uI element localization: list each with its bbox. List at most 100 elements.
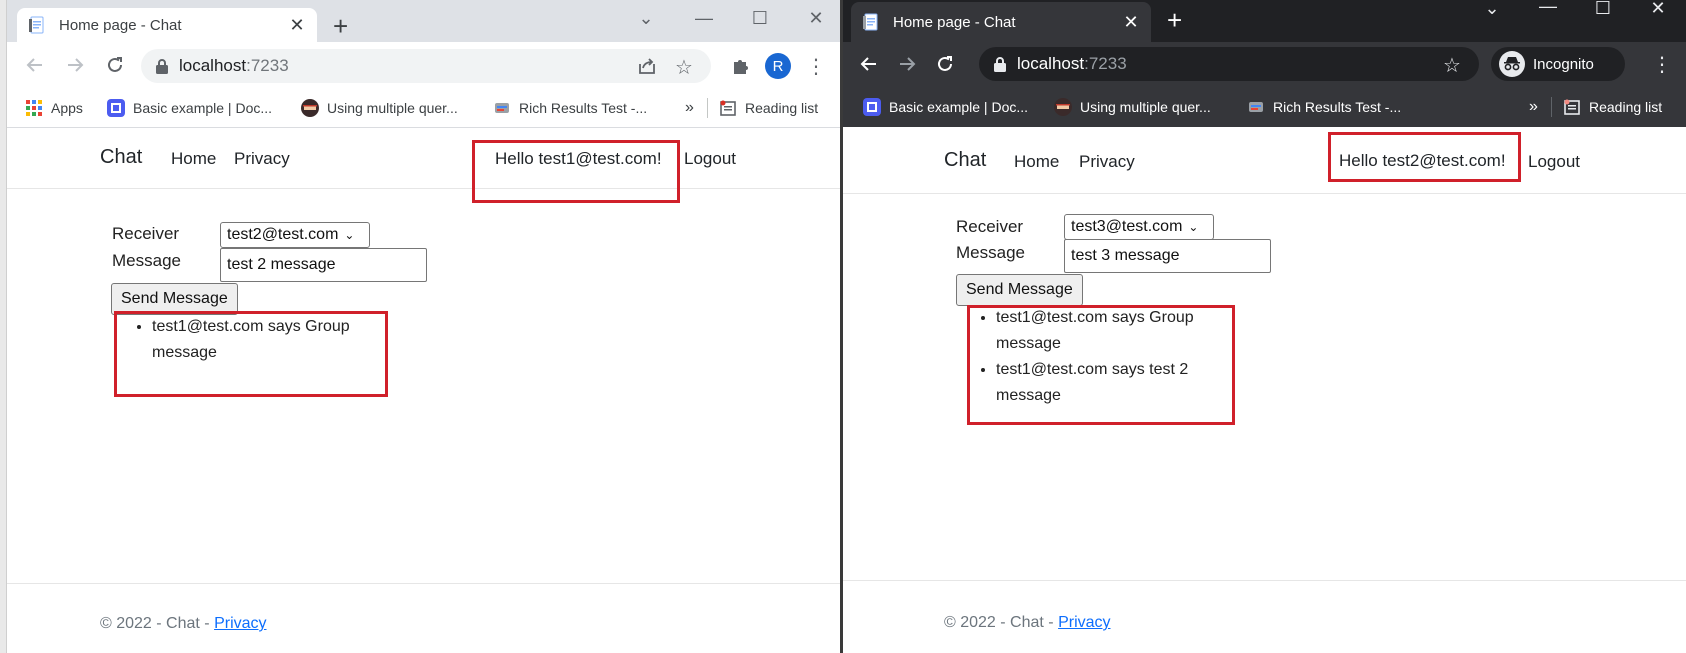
tab-close-icon[interactable]: ✕ (1121, 12, 1141, 33)
nav-privacy[interactable]: Privacy (234, 149, 290, 169)
page-favicon-icon (27, 15, 47, 35)
reading-list[interactable]: Reading list (1563, 95, 1662, 119)
new-tab-plus-icon[interactable]: + (1167, 7, 1182, 33)
address-bar[interactable]: localhost:7233 ☆ (979, 47, 1479, 81)
message-label: Message (112, 251, 181, 270)
footer-text: © 2022 - Chat - Privacy (944, 614, 1111, 632)
send-message-button[interactable]: Send Message (956, 274, 1083, 306)
minimize-icon[interactable]: — (1525, 0, 1571, 20)
bookmark-apps[interactable]: Apps (25, 96, 83, 120)
title-bar: Home page - Chat ✕ + ⌄ — ☐ ✕ (843, 0, 1686, 42)
bookmark-basic-example[interactable]: Basic example | Doc... (107, 96, 272, 120)
bookmark-using-multiple[interactable]: Using multiple quer... (301, 96, 458, 120)
reload-icon[interactable] (931, 50, 959, 78)
message-input-value: test 3 message (1071, 247, 1180, 264)
address-bar[interactable]: localhost:7233 ☆ (141, 49, 711, 83)
footer-text: © 2022 - Chat - Privacy (100, 615, 267, 633)
incognito-label: Incognito (1533, 55, 1594, 73)
menu-kebab-icon[interactable]: ⋮ (1649, 51, 1675, 77)
bookmark-using-multiple[interactable]: Using multiple quer... (1054, 95, 1211, 119)
highlight-greeting-box (1328, 132, 1521, 182)
profile-initial: R (765, 53, 791, 79)
bookmark-rich-results[interactable]: Rich Results Test -... (1247, 95, 1401, 119)
footer-copyright: © 2022 - Chat - (944, 614, 1059, 631)
bookmark-label: Basic example | Doc... (889, 99, 1029, 115)
bookmarks-separator (707, 98, 708, 118)
highlight-greeting-box (472, 140, 680, 203)
ninja-avatar-icon (1054, 98, 1072, 116)
browser-window-incognito: Home page - Chat ✕ + ⌄ — ☐ ✕ localhost:7… (843, 0, 1686, 653)
message-label: Message (956, 243, 1025, 262)
footer-copyright: © 2022 - Chat - (100, 615, 215, 632)
site-brand[interactable]: Chat (100, 146, 142, 169)
site-brand[interactable]: Chat (944, 149, 986, 172)
menu-kebab-icon[interactable]: ⋮ (803, 53, 829, 79)
reading-list[interactable]: Reading list (719, 96, 818, 120)
url-port: :7233 (246, 56, 289, 75)
bookmarks-separator (1551, 97, 1552, 117)
reload-icon[interactable] (101, 51, 129, 79)
highlight-messages-box (967, 305, 1235, 425)
share-icon[interactable] (637, 56, 657, 81)
extensions-puzzle-icon[interactable] (727, 53, 753, 79)
bookmarks-bar: Apps Basic example | Doc... Using multip… (7, 88, 841, 128)
close-window-icon[interactable]: ✕ (793, 4, 839, 32)
lock-icon (155, 58, 169, 74)
receiver-select[interactable]: test3@test.com ⌄ (1064, 214, 1214, 240)
minimize-icon[interactable]: — (681, 4, 727, 32)
forward-arrow-icon[interactable] (61, 51, 89, 79)
highlight-messages-box (114, 311, 388, 397)
bookmark-label: Using multiple quer... (327, 100, 458, 116)
receiver-select[interactable]: test2@test.com ⌄ (220, 222, 370, 248)
bookmark-rich-results[interactable]: Rich Results Test -... (493, 96, 647, 120)
message-input[interactable]: test 2 message (220, 248, 427, 282)
page-content: Chat Home Privacy Hello test1@test.com! … (7, 128, 841, 653)
send-message-label: Send Message (121, 290, 228, 307)
bookmark-label: Apps (51, 100, 83, 116)
back-arrow-icon[interactable] (21, 51, 49, 79)
reading-list-label: Reading list (745, 100, 819, 116)
nav-home[interactable]: Home (171, 149, 216, 169)
docs-logo-icon (107, 99, 125, 117)
reading-list-label: Reading list (1589, 99, 1663, 115)
nav-home[interactable]: Home (1014, 152, 1059, 172)
nav-logout[interactable]: Logout (684, 149, 736, 169)
maximize-icon[interactable]: ☐ (737, 4, 783, 32)
more-bookmarks-chevron[interactable]: » (1529, 95, 1538, 119)
site-footer: © 2022 - Chat - Privacy (843, 580, 1686, 653)
message-input[interactable]: test 3 message (1064, 239, 1271, 273)
more-bookmarks-chevron[interactable]: » (685, 96, 694, 120)
incognito-indicator[interactable]: Incognito (1491, 47, 1625, 81)
footer-privacy-link[interactable]: Privacy (214, 615, 266, 632)
close-window-icon[interactable]: ✕ (1635, 0, 1681, 22)
bookmark-label: Rich Results Test -... (1273, 99, 1402, 115)
browser-tab[interactable]: Home page - Chat ✕ (851, 2, 1151, 42)
maximize-icon[interactable]: ☐ (1580, 0, 1626, 22)
tab-search-chevron-icon[interactable]: ⌄ (1469, 0, 1515, 22)
receiver-selected-value: test2@test.com (227, 226, 339, 243)
tab-search-chevron-icon[interactable]: ⌄ (623, 4, 669, 32)
lock-icon (993, 56, 1007, 72)
back-arrow-icon[interactable] (855, 50, 883, 78)
url-host: localhost (179, 56, 247, 75)
docs-logo-icon (863, 98, 881, 116)
toolbar: localhost:7233 ☆ Incognito ⋮ (843, 42, 1686, 87)
forward-arrow-icon[interactable] (893, 50, 921, 78)
browser-tab[interactable]: Home page - Chat ✕ (17, 8, 317, 42)
apps-grid-icon (25, 99, 43, 117)
tab-close-icon[interactable]: ✕ (287, 15, 307, 36)
bookmark-star-icon[interactable]: ☆ (1443, 53, 1461, 78)
tab-title: Home page - Chat (893, 13, 1016, 31)
receiver-selected-value: test3@test.com (1071, 218, 1183, 235)
nav-logout[interactable]: Logout (1528, 152, 1580, 172)
rich-results-icon (493, 99, 511, 117)
bookmark-label: Using multiple quer... (1080, 99, 1211, 115)
bookmark-star-icon[interactable]: ☆ (675, 55, 693, 80)
bookmark-label: Rich Results Test -... (519, 100, 648, 116)
profile-avatar[interactable]: R (765, 53, 791, 79)
bookmark-basic-example[interactable]: Basic example | Doc... (863, 95, 1028, 119)
new-tab-plus-icon[interactable]: + (333, 13, 348, 39)
nav-privacy[interactable]: Privacy (1079, 152, 1135, 172)
reading-list-icon (1563, 98, 1581, 116)
footer-privacy-link[interactable]: Privacy (1058, 614, 1110, 631)
